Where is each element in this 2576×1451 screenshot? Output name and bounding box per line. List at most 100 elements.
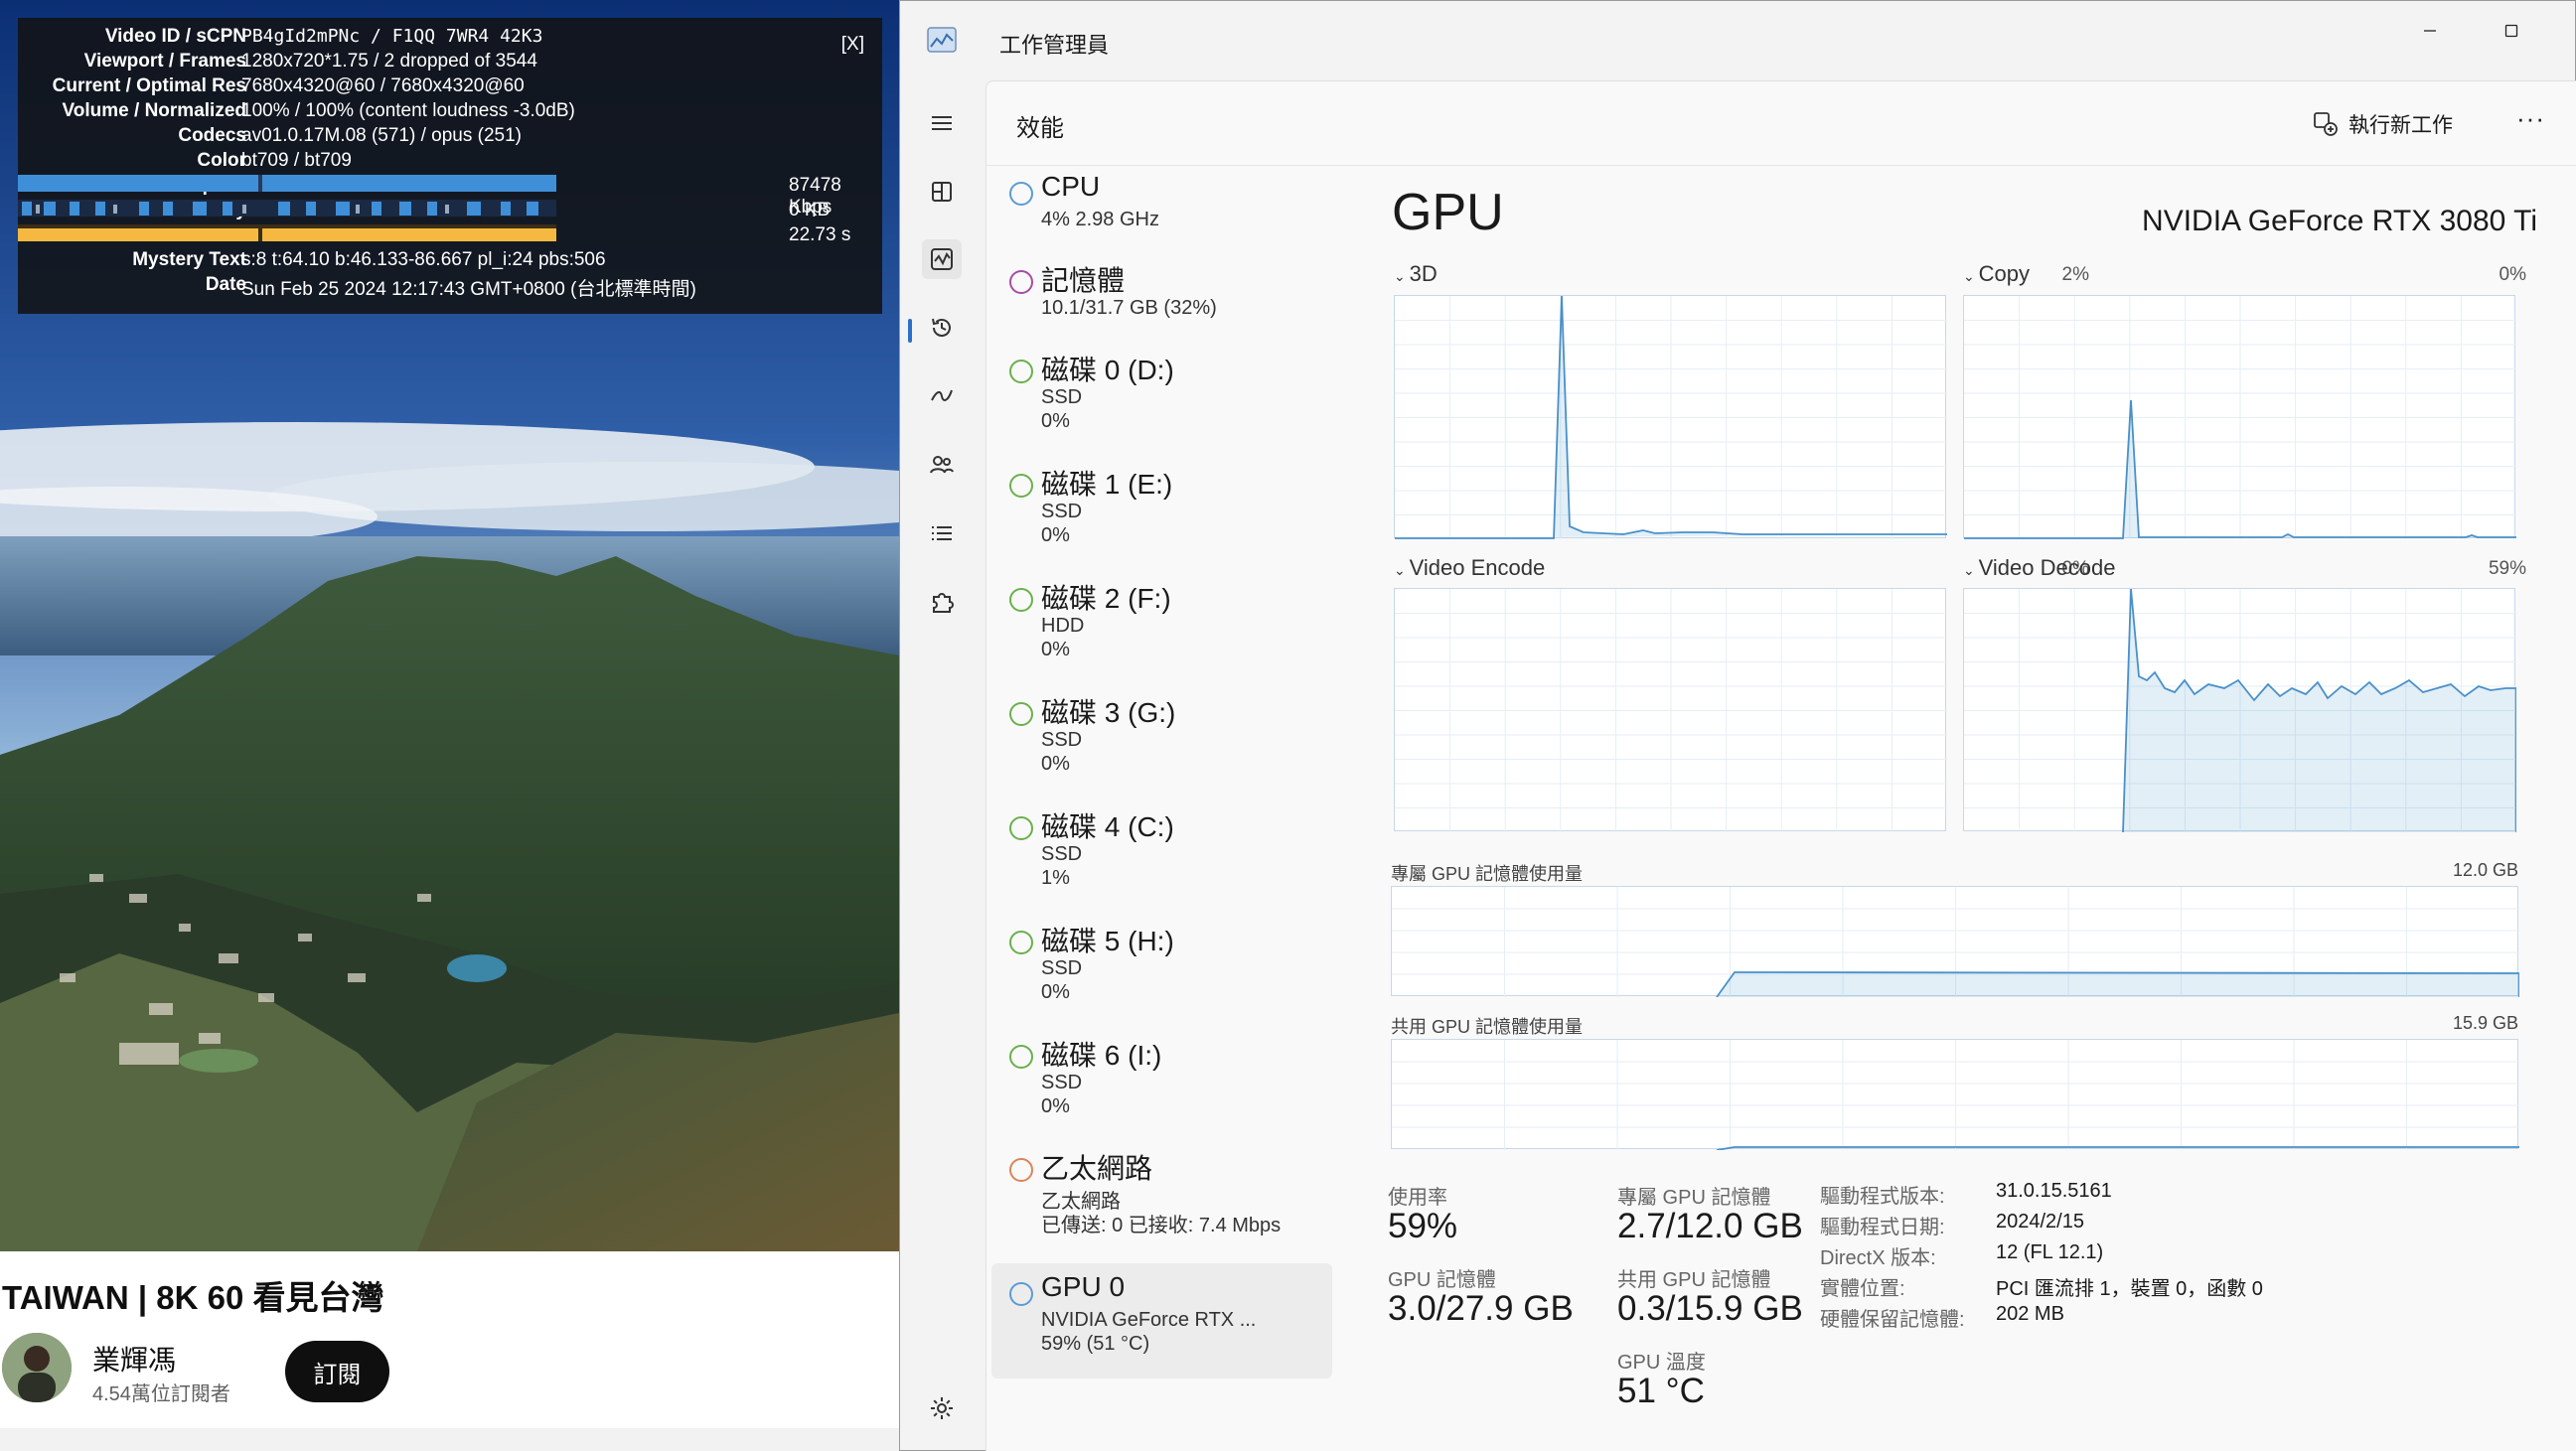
engine-percent: 0%: [2499, 264, 2526, 285]
stats-value: 0 KB: [789, 200, 831, 220]
graph-3d-plot: [1395, 296, 1947, 539]
nav-startup-apps[interactable]: [922, 376, 962, 416]
resource-usage: 0%: [1041, 524, 1070, 546]
stats-value: PB4gId2mPNc / F1QQ 7WR4 42K3: [241, 26, 543, 47]
resource-item-disk-4[interactable]: 磁碟 4 (C:) SSD 1%: [991, 801, 1332, 913]
engine-label: 3D: [1409, 261, 1438, 286]
driver-date-value: 2024/2/15: [1996, 1211, 2084, 1233]
youtube-panel: [X] Video ID / sCPN PB4gId2mPNc / F1QQ 7…: [0, 0, 899, 1451]
nav-processes[interactable]: [922, 172, 962, 212]
resource-item-gpu-0[interactable]: GPU 0 NVIDIA GeForce RTX ... 59% (51 °C): [991, 1263, 1332, 1378]
reserved-memory-label: 硬體保留記憶體:: [1820, 1309, 1965, 1331]
channel-avatar[interactable]: [2, 1333, 72, 1402]
resource-name: 記憶體: [1041, 265, 1126, 296]
resource-name: 乙太網路: [1041, 1153, 1153, 1184]
details-list-icon: [932, 526, 952, 540]
task-manager-app-icon: [927, 27, 957, 53]
nav-users[interactable]: [922, 445, 962, 485]
dedicated-memory-max: 12.0 GB: [2452, 860, 2518, 880]
resource-name: CPU: [1041, 171, 1101, 202]
chevron-down-icon: ⌄: [1963, 268, 1979, 284]
resource-detail: SSD: [1041, 1072, 1083, 1093]
resource-mini-graph: [1009, 816, 1033, 840]
engine-selector-video-decode[interactable]: ⌄ Video Decode: [1963, 555, 2115, 581]
resource-detail: 10.1/31.7 GB (32%): [1041, 297, 1217, 319]
run-new-task-button[interactable]: 執行新工作: [2313, 107, 2453, 141]
nav-details[interactable]: [922, 513, 962, 553]
nav-services[interactable]: [922, 582, 962, 622]
driver-version-label: 驅動程式版本:: [1820, 1186, 1945, 1208]
stats-row-video-id: Video ID / sCPN PB4gId2mPNc / F1QQ 7WR4 …: [18, 26, 882, 51]
graph-video-encode-plot: [1395, 589, 1947, 832]
resource-mini-graph: [1009, 1045, 1033, 1069]
stats-row-date: Date Sun Feb 25 2024 12:17:43 GMT+0800 (…: [18, 274, 882, 300]
graph-video-encode: [1394, 588, 1947, 832]
resource-name: 磁碟 4 (C:): [1041, 811, 1174, 842]
window-title: 工作管理員: [999, 33, 1110, 58]
stats-row-codecs: Codecs av01.0.17M.08 (571) / opus (251): [18, 125, 882, 150]
directx-version-value: 12 (FL 12.1): [1996, 1241, 2104, 1263]
resource-name: 磁碟 6 (I:): [1041, 1040, 1162, 1071]
nav-settings[interactable]: [922, 1388, 962, 1428]
gpu-memory-value: 3.0/27.9 GB: [1388, 1289, 1574, 1328]
nav-app-history[interactable]: [922, 308, 962, 348]
resource-name: GPU 0: [1041, 1271, 1126, 1302]
engine-selector-3d[interactable]: ⌄ 3D: [1394, 261, 1438, 287]
stats-label: Current / Optimal Res: [52, 75, 246, 96]
title-bar[interactable]: 工作管理員: [900, 1, 2576, 80]
stats-row-volume: Volume / Normalized 100% / 100% (content…: [18, 100, 882, 125]
nav-performance[interactable]: [922, 239, 962, 279]
stats-value: 7680x4320@60 / 7680x4320@60: [241, 75, 525, 96]
resource-detail: 4% 2.98 GHz: [1041, 209, 1159, 230]
stats-value: 1280x720*1.75 / 2 dropped of 3544: [241, 51, 537, 72]
resource-mini-graph: [1009, 474, 1033, 498]
maximize-button[interactable]: [2482, 11, 2541, 51]
shared-memory-max: 15.9 GB: [2452, 1013, 2518, 1033]
resource-item-disk-2[interactable]: 磁碟 2 (F:) HDD 0%: [991, 573, 1332, 684]
more-options-button[interactable]: ···: [2516, 103, 2545, 134]
resource-usage: 59% (51 °C): [1041, 1333, 1150, 1355]
stats-label: Viewport / Frames: [83, 51, 246, 72]
minimize-button[interactable]: [2400, 11, 2460, 51]
video-title[interactable]: TAIWAN | 8K 60 看見台灣: [2, 1271, 384, 1319]
driver-version-value: 31.0.15.5161: [1996, 1180, 2112, 1202]
shared-memory-plot: [1392, 1040, 2519, 1150]
resource-usage: 0%: [1041, 981, 1070, 1003]
page-header: 效能 執行新工作 ···: [986, 81, 2576, 166]
resource-item-disk-0[interactable]: 磁碟 0 (D:) SSD 0%: [991, 345, 1332, 456]
dedicated-memory-label: 專屬 GPU 記憶體使用量: [1391, 864, 1584, 884]
resource-detail: SSD: [1041, 957, 1083, 979]
driver-date-label: 驅動程式日期:: [1820, 1217, 1945, 1238]
subscribe-button[interactable]: 訂閱: [285, 1341, 389, 1402]
stats-value: 100% / 100% (content loudness -3.0dB): [241, 100, 575, 121]
engine-selector-video-encode[interactable]: ⌄ Video Encode: [1394, 555, 1545, 581]
processes-icon: [932, 182, 952, 202]
resource-item-disk-3[interactable]: 磁碟 3 (G:) SSD 0%: [991, 687, 1332, 798]
resource-item-ethernet[interactable]: 乙太網路 乙太網路 已傳送: 0 已接收: 7.4 Mbps: [991, 1143, 1332, 1254]
stats-row-connection-speed: Connection Speed 87478 Kbps: [18, 175, 882, 218]
utilization-value: 59%: [1388, 1207, 1458, 1245]
resource-detail: HDD: [1041, 615, 1085, 637]
resource-item-disk-5[interactable]: 磁碟 5 (H:) SSD 0%: [991, 916, 1332, 1027]
reserved-memory-value: 202 MB: [1996, 1303, 2064, 1325]
resource-mini-graph: [1009, 182, 1033, 206]
resource-item-disk-1[interactable]: 磁碟 1 (E:) SSD 0%: [991, 459, 1332, 570]
video-player[interactable]: [X] Video ID / sCPN PB4gId2mPNc / F1QQ 7…: [0, 0, 899, 1251]
engine-label: Video Decode: [1978, 555, 2116, 580]
resource-mini-graph: [1009, 1158, 1033, 1182]
channel-name[interactable]: 業輝馮: [92, 1339, 176, 1378]
hamburger-menu-button[interactable]: [922, 103, 962, 143]
stats-label: Color: [197, 150, 246, 171]
stats-value: Sun Feb 25 2024 12:17:43 GMT+0800 (台北標準時…: [241, 279, 696, 300]
stats-label: Mystery Text: [132, 249, 246, 270]
stats-row-buffer-health: Buffer Health 22.73 s: [18, 224, 882, 249]
engine-selector-copy[interactable]: ⌄ Copy: [1963, 261, 2030, 287]
gpu-heading: GPU: [1392, 184, 1504, 241]
page-title: 效能: [1016, 115, 1064, 142]
history-icon: [932, 318, 951, 337]
buffer-health-graph: [18, 224, 556, 241]
close-button[interactable]: [2562, 11, 2576, 51]
gpu-temperature-label: GPU 溫度: [1617, 1352, 1706, 1374]
resource-item-disk-6[interactable]: 磁碟 6 (I:) SSD 0%: [991, 1030, 1332, 1141]
subscriber-count: 4.54萬位訂閱者: [92, 1383, 230, 1405]
